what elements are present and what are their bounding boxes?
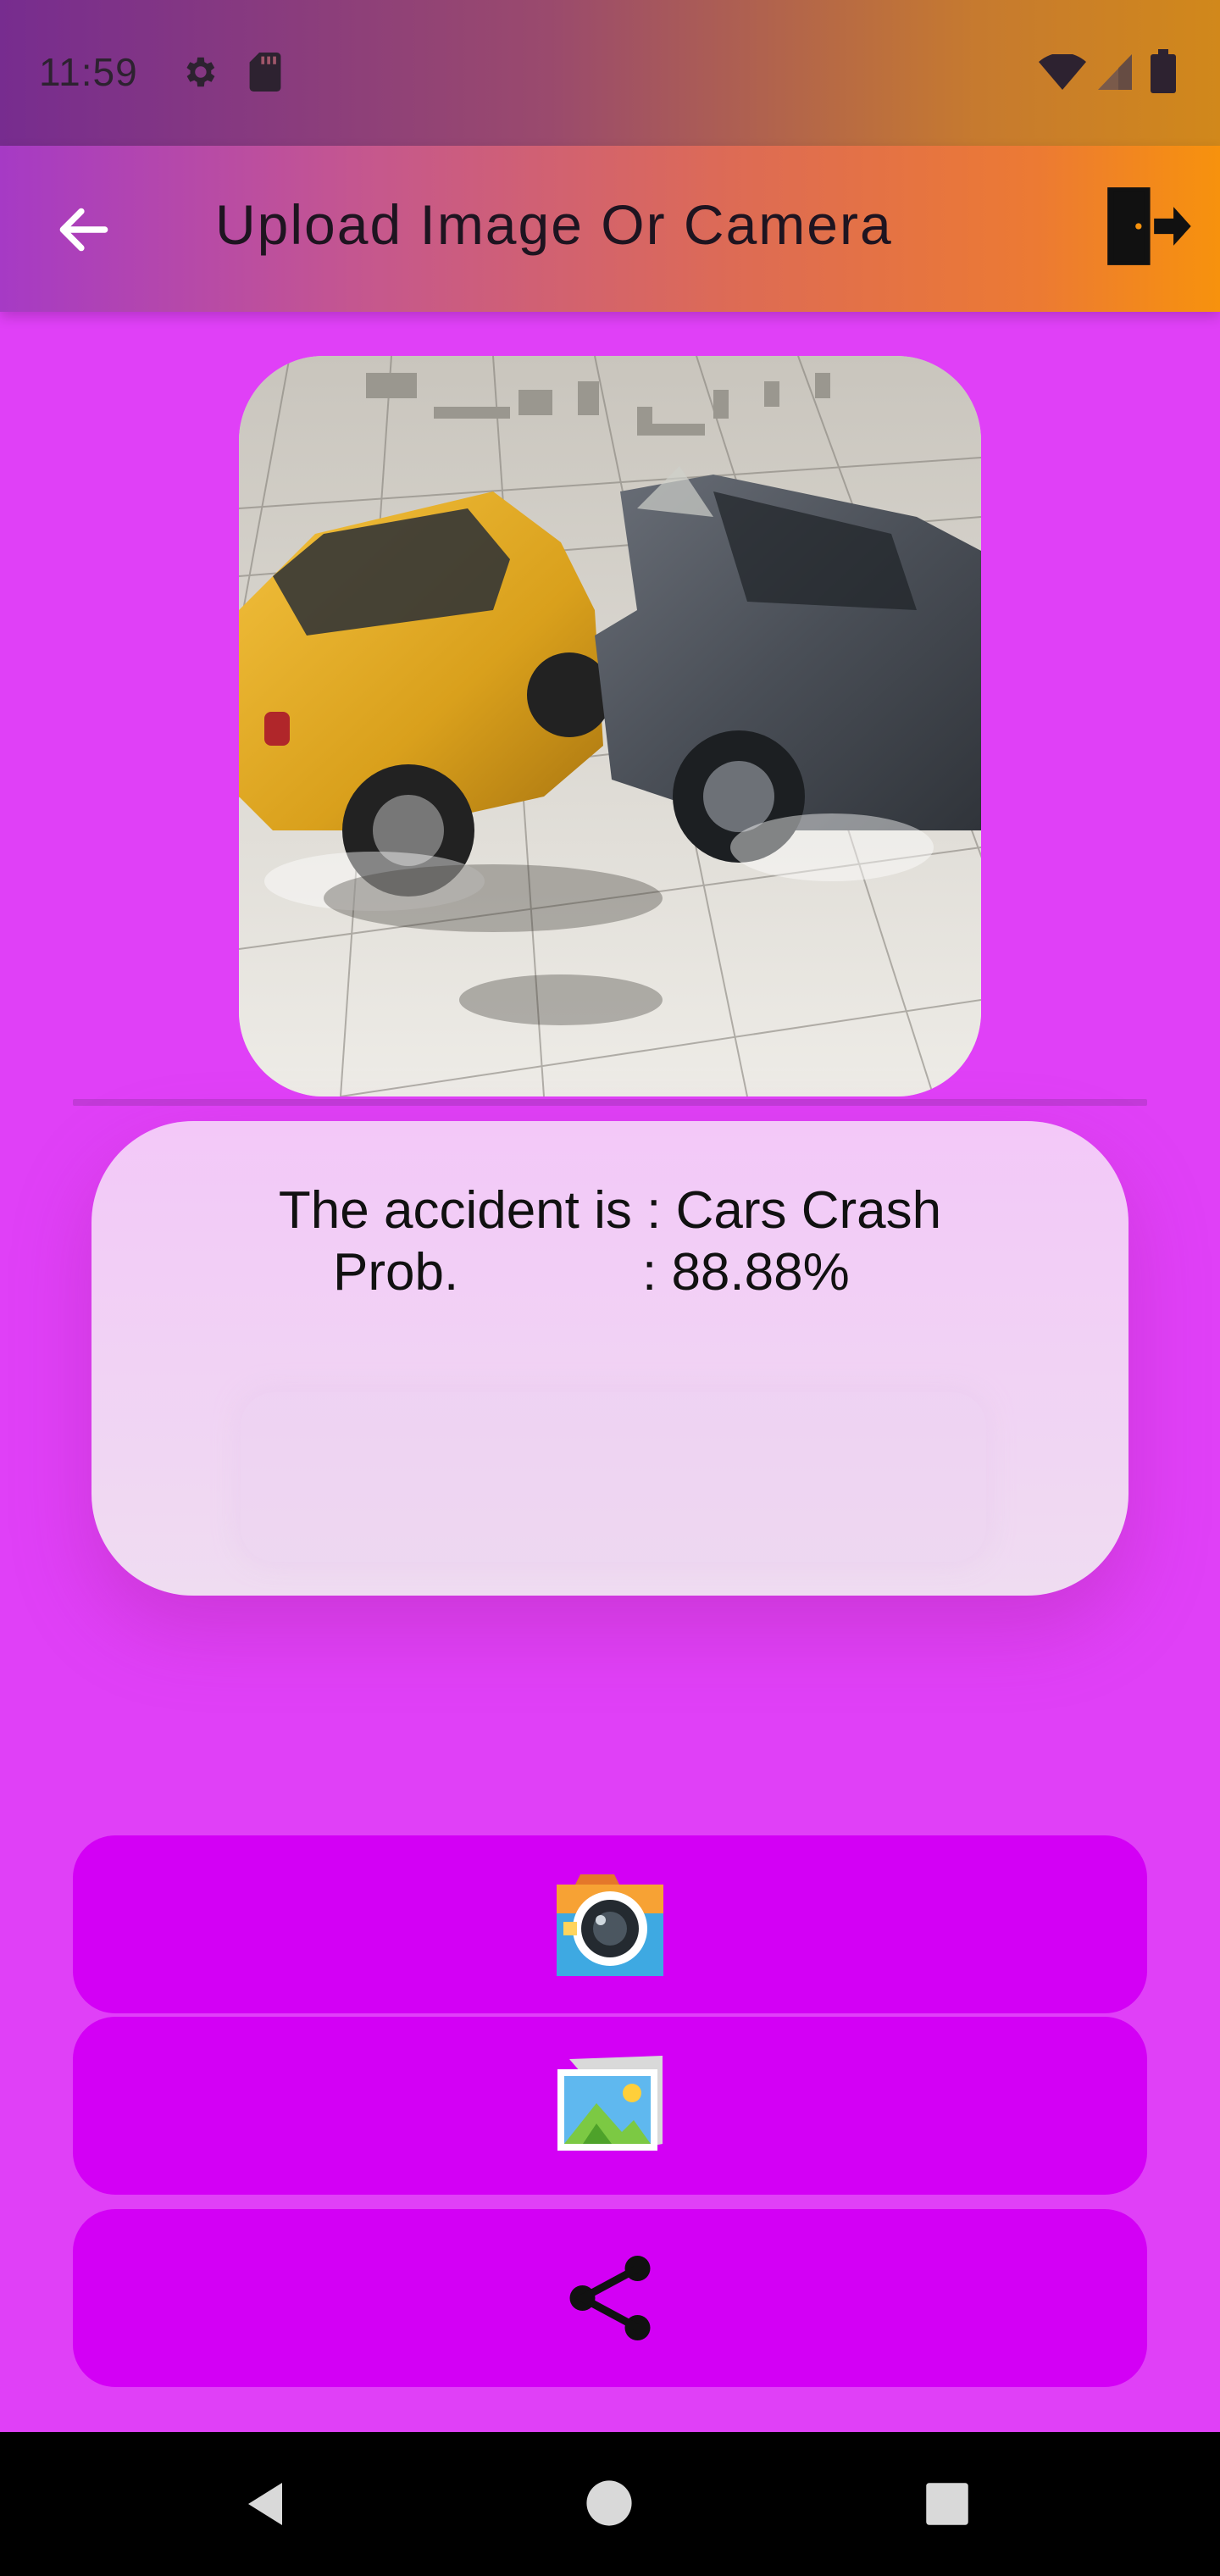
inner-panel [241, 1392, 986, 1562]
gallery-icon [557, 2056, 663, 2151]
nav-home-icon[interactable] [585, 2479, 634, 2528]
app-bar: Upload Image Or Camera [0, 146, 1220, 312]
gear-icon [186, 57, 215, 87]
camera-button[interactable] [73, 1835, 1147, 2013]
divider [73, 1099, 1147, 1106]
accident-photo [239, 356, 981, 1096]
accident-type-text: The accident is : Cars Crash [278, 1181, 942, 1240]
status-bar: 11:59 [0, 0, 1220, 146]
gallery-button[interactable] [73, 2017, 1147, 2195]
nav-recents-icon[interactable] [924, 2481, 970, 2527]
exit-door-icon[interactable] [1100, 180, 1193, 273]
camera-icon [557, 1874, 663, 1976]
result-card: The accident is : Cars Crash Prob. : 88.… [92, 1121, 1128, 1596]
share-icon [569, 2256, 651, 2340]
status-time: 11:59 [39, 50, 138, 94]
probability-label: Prob. [333, 1243, 459, 1302]
wifi-icon [1039, 54, 1086, 90]
share-button[interactable] [73, 2209, 1147, 2387]
back-arrow-icon[interactable] [53, 198, 115, 261]
navigation-bar [0, 2432, 1220, 2576]
nav-back-icon[interactable] [240, 2479, 291, 2529]
signal-icon [1098, 54, 1132, 90]
photo-icon [239, 356, 981, 1096]
sd-card-icon [249, 53, 281, 92]
probability-value: : 88.88% [642, 1243, 850, 1302]
battery-icon [1151, 49, 1176, 93]
page-title: Upload Image Or Camera [215, 193, 893, 256]
